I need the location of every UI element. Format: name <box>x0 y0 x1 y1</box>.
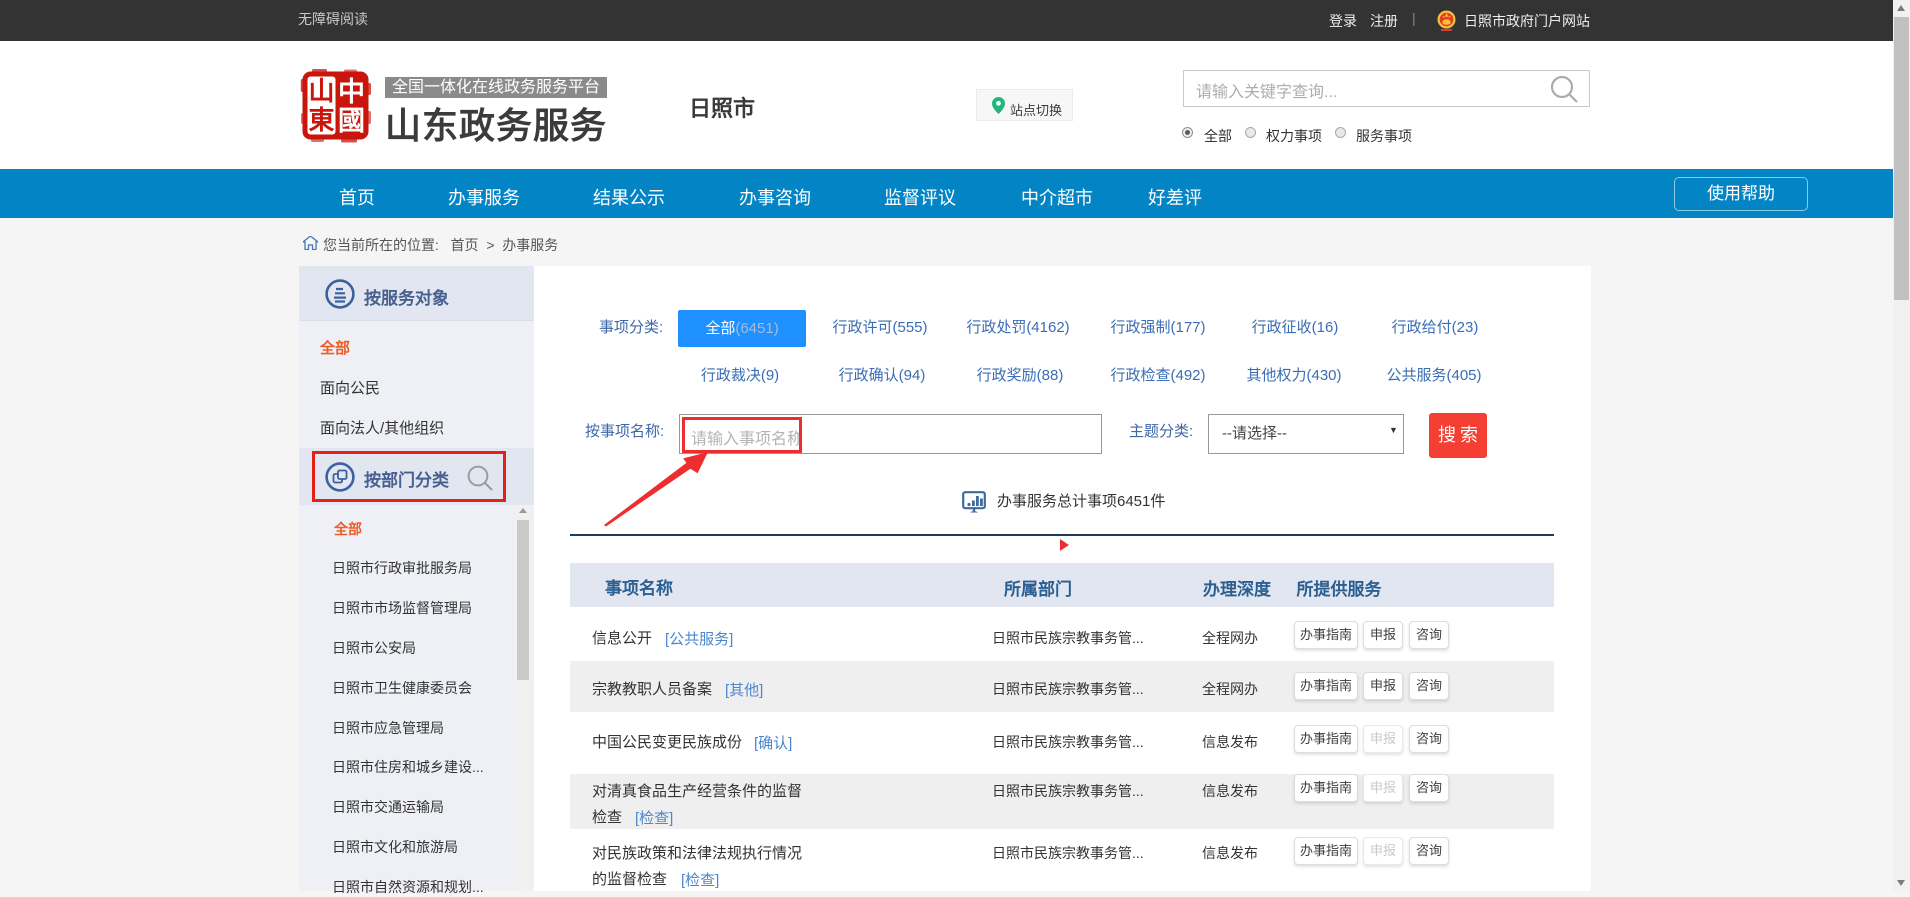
svg-text:國: 國 <box>338 106 365 136</box>
svg-text:山: 山 <box>308 77 334 106</box>
svg-text:中: 中 <box>338 77 365 107</box>
svg-text:東: 東 <box>308 106 334 135</box>
